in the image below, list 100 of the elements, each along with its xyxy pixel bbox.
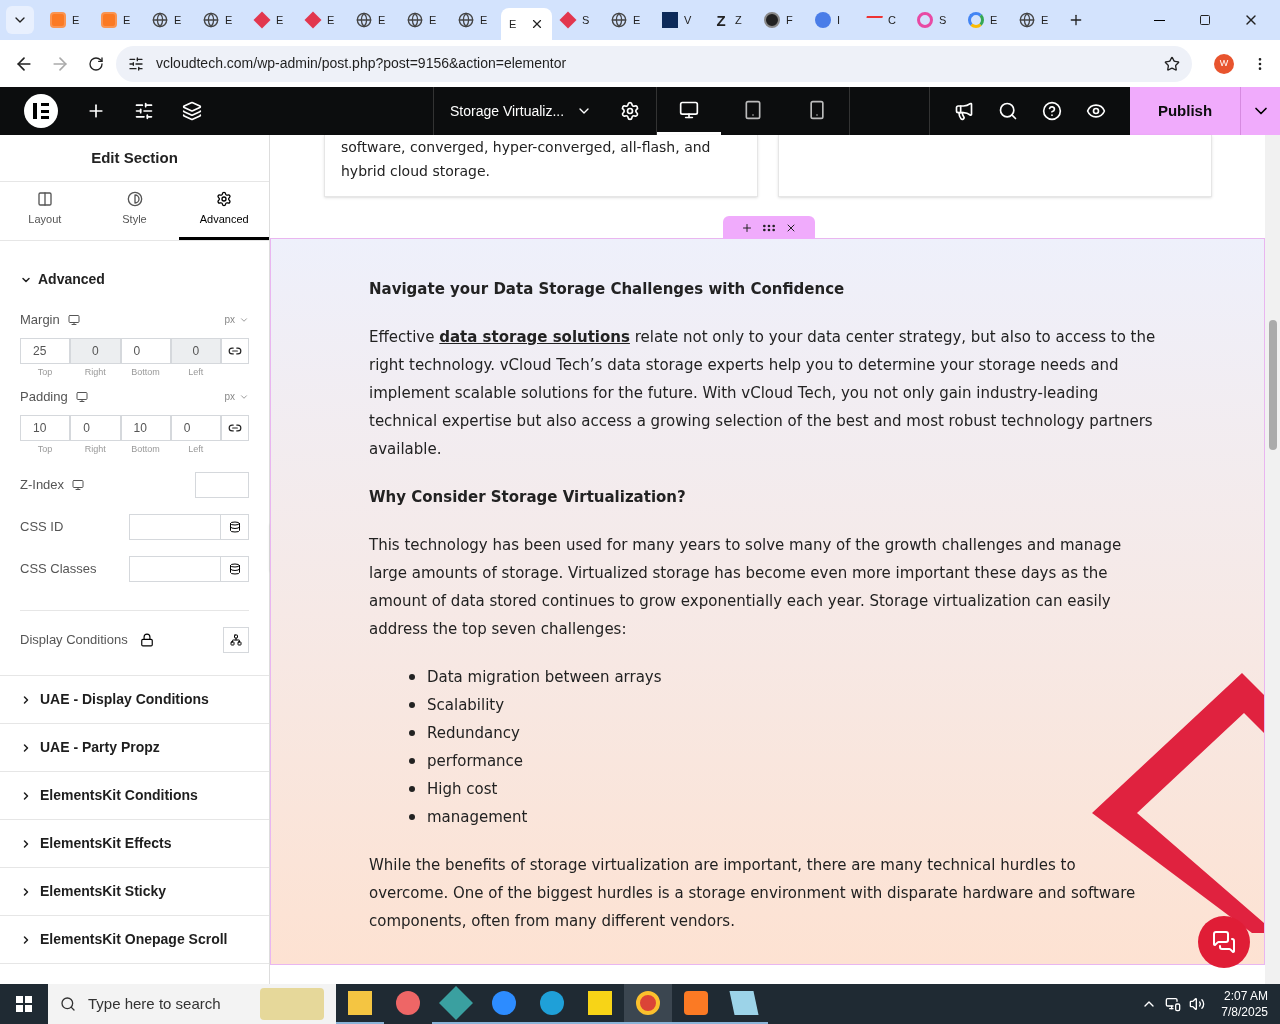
dimension-label: Left	[187, 365, 205, 379]
clock-date[interactable]: 7/8/2025	[1221, 1004, 1268, 1020]
unit-dropdown[interactable]: px	[224, 389, 249, 405]
browser-tab[interactable]: F	[756, 4, 807, 36]
site-info-icon[interactable]	[128, 55, 144, 72]
site-settings-icon[interactable]	[134, 101, 154, 121]
elementor-logo-icon[interactable]	[24, 94, 58, 128]
dimension-label: Top	[36, 442, 54, 456]
z-logo-icon: Z	[713, 12, 729, 28]
bookmark-star-icon[interactable]	[1164, 55, 1180, 72]
tab-search-button[interactable]	[6, 6, 34, 34]
link[interactable]: data storage solutions	[439, 328, 630, 346]
browser-tab[interactable]: E	[195, 4, 246, 36]
document-title-dropdown[interactable]: Storage Virtualiz...	[450, 100, 593, 122]
list-item: High cost	[427, 779, 498, 800]
browser-tab[interactable]: I	[807, 4, 858, 36]
url-text: vcloudtech.com/wp-admin/post.php?post=9156&action=elementor	[156, 54, 567, 73]
list-item: management	[427, 807, 528, 828]
settings-icon[interactable]	[620, 101, 640, 121]
section-heading: Why Consider Storage Virtualization?	[369, 487, 687, 508]
dimension-label: Right	[83, 442, 107, 456]
text-input[interactable]	[129, 514, 249, 540]
section-toggle[interactable]: UAE - Display Conditions	[0, 676, 269, 724]
section-toggle[interactable]: ElementsKit Sticky	[0, 868, 269, 916]
browser-tab[interactable]: E	[42, 4, 93, 36]
panel-tab[interactable]: Layout	[0, 182, 90, 240]
chat-button[interactable]	[1198, 916, 1250, 968]
minimize-icon	[1153, 19, 1165, 21]
dimension-input[interactable]: 10	[20, 414, 71, 441]
bullet-icon	[409, 730, 415, 736]
browser-tab[interactable]: C	[858, 4, 909, 36]
browser-tab[interactable]: E	[1011, 4, 1062, 36]
section-toggle[interactable]: ElementsKit Conditions	[0, 772, 269, 820]
dimension-label: Right	[83, 365, 107, 379]
section-toggle[interactable]: ElementsKit Onepage Scroll	[0, 916, 269, 964]
paragraph: Effective data storage solutions relate not only to your data center strategy, but also to access to the right technology. vCloud Tech’s data storage experts help you to determine your storage needs and implement scalable solutions for the future. With vCloud Tech, you not only gain industry-leading technical expertise but also access a growing selection of the best and most robust technology partners available.	[369, 327, 1157, 460]
browser-tab[interactable]: E	[603, 4, 654, 36]
profile-avatar[interactable]: W	[1214, 53, 1234, 74]
globe-icon	[407, 12, 423, 28]
text-input[interactable]	[129, 556, 249, 582]
megaphone-icon[interactable]	[954, 101, 974, 121]
paragraph: This technology has been used for many years to solve many of the growth challenges and manage large amounts of storage. Virtualized storage has become even more important these days as the amount of data stored continues to grow exponentially each year. Storage virtualization can easily address the top seven challenges:	[369, 535, 1123, 640]
control-label: Padding	[20, 388, 68, 406]
bullet-icon	[409, 814, 415, 820]
dimension-input[interactable]: 25	[20, 337, 71, 364]
browser-tab[interactable]: E	[246, 4, 297, 36]
browser-tab[interactable]: S	[552, 4, 603, 36]
bullet-icon	[409, 674, 415, 680]
preview-icon[interactable]	[1086, 101, 1106, 121]
address-bar[interactable]: vcloudtech.com/wp-admin/post.php?post=9156&action=elementor	[116, 45, 1192, 82]
plus-icon	[1068, 12, 1084, 28]
responsive-icon[interactable]	[67, 313, 80, 326]
browser-tab[interactable]: E	[960, 4, 1011, 36]
network-icon[interactable]	[1165, 996, 1182, 1012]
browser-tab[interactable]: E	[348, 4, 399, 36]
dynamic-tags-icon[interactable]	[228, 521, 241, 533]
taskbar-search-field[interactable]: Type here to search	[48, 984, 336, 1024]
browser-tab[interactable]: E	[144, 4, 195, 36]
structure-icon[interactable]	[182, 101, 202, 121]
help-icon[interactable]	[1042, 101, 1062, 121]
browser-tab[interactable]: E	[93, 4, 144, 36]
z-index-input[interactable]	[195, 472, 249, 498]
bullet-icon	[409, 702, 415, 708]
control-label: Z-Index	[20, 476, 65, 495]
responsive-icon[interactable]	[72, 479, 85, 491]
browser-tab[interactable]: E	[399, 4, 450, 36]
reload-icon[interactable]	[88, 55, 104, 72]
list-item: Data migration between arrays	[427, 667, 662, 688]
layout-icon	[36, 191, 53, 208]
dimension-input[interactable]: 0	[170, 414, 221, 441]
list-item: performance	[427, 751, 524, 772]
link-values-button[interactable]	[221, 337, 249, 364]
dimension-input[interactable]: 0	[120, 337, 171, 364]
browser-tab[interactable]: Z Z	[705, 4, 756, 36]
link-values-button[interactable]	[221, 414, 249, 441]
volume-icon[interactable]	[1189, 996, 1206, 1012]
responsive-icon[interactable]	[75, 390, 88, 403]
dimension-input[interactable]: 0	[70, 414, 121, 441]
browser-tab[interactable]: E	[501, 8, 552, 40]
browser-tab[interactable]: S	[909, 4, 960, 36]
unit-dropdown[interactable]: px	[224, 312, 249, 328]
dynamic-tags-icon[interactable]	[228, 563, 241, 575]
section-toggle[interactable]: ElementsKit Effects	[0, 820, 269, 868]
tablet-icon	[743, 99, 763, 120]
clock-time[interactable]: 2:07 AM	[1223, 988, 1268, 1004]
taskbar-app-button[interactable]	[624, 984, 672, 1024]
panel-tab[interactable]: Style	[89, 182, 180, 240]
section-toggle[interactable]: Advanced	[20, 269, 105, 290]
taskbar-app-button[interactable]	[432, 984, 480, 1024]
search-icon[interactable]	[998, 101, 1018, 121]
lock-icon	[139, 633, 154, 647]
dimension-input[interactable]: 10	[120, 414, 171, 441]
display-conditions-button[interactable]	[223, 627, 249, 653]
browser-tab[interactable]: V	[654, 4, 705, 36]
browser-tab[interactable]: E	[450, 4, 501, 36]
publish-button[interactable]: Publish	[1130, 87, 1240, 135]
browser-tab[interactable]: E	[297, 4, 348, 36]
card-text: software, converged, hyper-converged, all-flash, and hybrid cloud storage.	[341, 138, 712, 181]
add-icon[interactable]	[741, 221, 753, 234]
section-toggle[interactable]: UAE - Party Propz	[0, 724, 269, 772]
